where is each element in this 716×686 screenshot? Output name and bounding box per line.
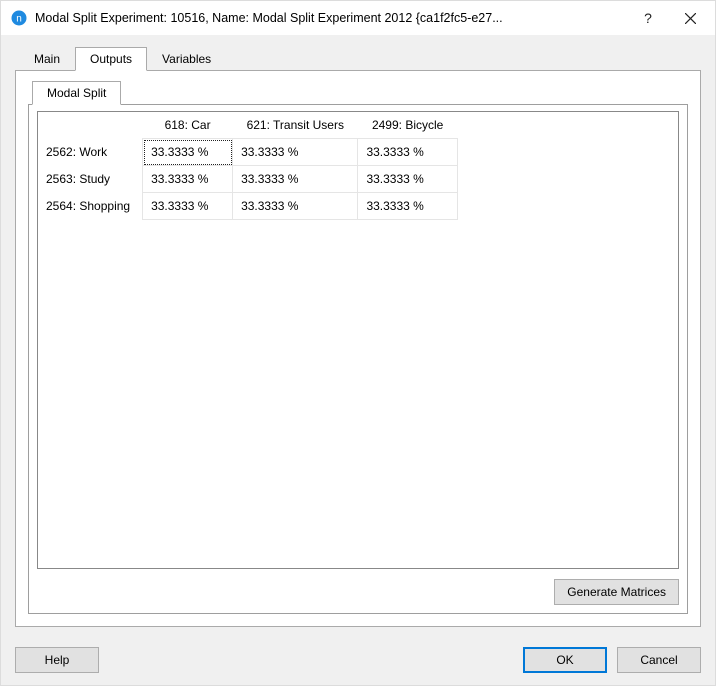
outer-tab-panel: Modal Split 618: Car 621: Transit Users … — [15, 70, 701, 627]
col-header[interactable]: 621: Transit Users — [233, 112, 358, 139]
row-header[interactable]: 2564: Shopping — [38, 193, 143, 220]
grid-corner — [38, 112, 143, 139]
generate-matrices-button[interactable]: Generate Matrices — [554, 579, 679, 605]
app-icon: n — [11, 10, 27, 26]
titlebar: n Modal Split Experiment: 10516, Name: M… — [1, 1, 715, 35]
grid-cell[interactable]: 33.3333 % — [233, 193, 358, 220]
grid-cell[interactable]: 33.3333 % — [143, 193, 233, 220]
grid-cell[interactable]: 33.3333 % — [143, 139, 233, 166]
close-icon[interactable] — [669, 3, 711, 33]
grid-cell[interactable]: 33.3333 % — [358, 193, 457, 220]
grid-cell[interactable]: 33.3333 % — [358, 139, 457, 166]
outer-tabstrip: Main Outputs Variables — [19, 47, 701, 70]
inner-tab-panel: 618: Car 621: Transit Users 2499: Bicycl… — [28, 104, 688, 614]
tab-main[interactable]: Main — [19, 47, 75, 70]
help-button[interactable]: Help — [15, 647, 99, 673]
window-title: Modal Split Experiment: 10516, Name: Mod… — [35, 11, 627, 25]
grid-cell[interactable]: 33.3333 % — [143, 166, 233, 193]
row-header[interactable]: 2562: Work — [38, 139, 143, 166]
table-row: 2564: Shopping 33.3333 % 33.3333 % 33.33… — [38, 193, 457, 220]
modal-split-grid: 618: Car 621: Transit Users 2499: Bicycl… — [37, 111, 679, 569]
inner-tabstrip: Modal Split — [32, 81, 688, 104]
table-row: 2563: Study 33.3333 % 33.3333 % 33.3333 … — [38, 166, 457, 193]
grid-cell[interactable]: 33.3333 % — [233, 166, 358, 193]
col-header[interactable]: 618: Car — [143, 112, 233, 139]
table-row: 2562: Work 33.3333 % 33.3333 % 33.3333 % — [38, 139, 457, 166]
grid-table: 618: Car 621: Transit Users 2499: Bicycl… — [38, 112, 458, 220]
ok-button[interactable]: OK — [523, 647, 607, 673]
svg-text:n: n — [16, 14, 22, 25]
help-icon[interactable]: ? — [627, 3, 669, 33]
row-header[interactable]: 2563: Study — [38, 166, 143, 193]
generate-row: Generate Matrices — [29, 573, 687, 613]
dialog-footer: Help OK Cancel — [1, 637, 715, 685]
tab-outputs[interactable]: Outputs — [75, 47, 147, 71]
col-header[interactable]: 2499: Bicycle — [358, 112, 457, 139]
grid-header-row: 618: Car 621: Transit Users 2499: Bicycl… — [38, 112, 457, 139]
cancel-button[interactable]: Cancel — [617, 647, 701, 673]
grid-cell[interactable]: 33.3333 % — [358, 166, 457, 193]
dialog-body: Main Outputs Variables Modal Split 618: … — [1, 35, 715, 637]
tab-modal-split[interactable]: Modal Split — [32, 81, 121, 105]
dialog-window: n Modal Split Experiment: 10516, Name: M… — [0, 0, 716, 686]
tab-variables[interactable]: Variables — [147, 47, 226, 70]
grid-cell[interactable]: 33.3333 % — [233, 139, 358, 166]
